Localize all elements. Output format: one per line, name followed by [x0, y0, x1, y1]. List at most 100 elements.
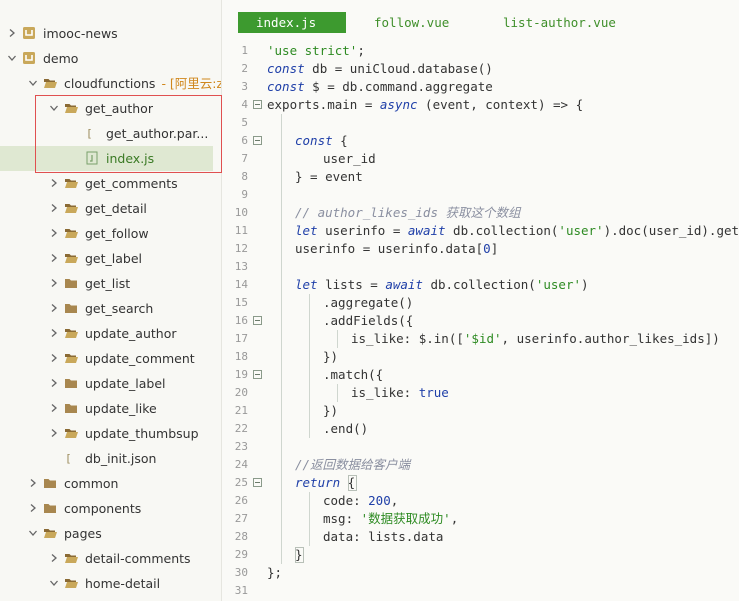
tab-list-author-vue[interactable]: list-author.vue [503, 12, 616, 33]
code-line[interactable]: 31 [222, 582, 739, 600]
code-line[interactable]: 9 [222, 186, 739, 204]
tree-item[interactable]: update_label [0, 371, 221, 396]
code-token: .addFields({ [323, 313, 414, 328]
code-line[interactable]: 18}) [222, 348, 739, 366]
line-number: 15 [234, 296, 248, 309]
chevron-right-icon[interactable] [48, 271, 60, 296]
tree-item[interactable]: get_follow [0, 221, 221, 246]
code-editor: index.js follow.vue list-author.vue 1 'us… [222, 0, 739, 601]
tree-item[interactable]: get_list [0, 271, 221, 296]
folder-open-icon [64, 171, 80, 196]
brace-match-highlight [295, 547, 304, 563]
chevron-right-icon[interactable] [6, 21, 18, 46]
tree-item[interactable]: get_author [0, 96, 221, 121]
tree-item[interactable]: pages [0, 521, 221, 546]
code-line[interactable]: 4 exports.main = async (event, context) =… [222, 96, 739, 114]
code-line[interactable]: 3 const $ = db.command.aggregate [222, 78, 739, 96]
line-number: 14 [234, 278, 248, 291]
tree-item[interactable]: [ ] db_init.json [0, 446, 221, 471]
tree-item[interactable]: get_label [0, 246, 221, 271]
code-line[interactable]: 21}) [222, 402, 739, 420]
tree-item[interactable]: home-detail [0, 571, 221, 596]
chevron-right-icon[interactable] [27, 496, 39, 521]
chevron-right-icon[interactable] [48, 396, 60, 421]
tree-item[interactable]: update_like [0, 396, 221, 421]
chevron-right-icon[interactable] [48, 296, 60, 321]
code-line[interactable]: 8} = event [222, 168, 739, 186]
code-line[interactable]: 27 msg: '数据获取成功', [222, 510, 739, 528]
code-line[interactable]: 6 const { [222, 132, 739, 150]
chevron-down-icon[interactable] [6, 46, 18, 71]
tree-item[interactable]: update_thumbsup [0, 421, 221, 446]
tree-item[interactable]: demo [0, 46, 221, 71]
chevron-down-icon[interactable] [48, 96, 60, 121]
code-line[interactable]: 20 is_like: true [222, 384, 739, 402]
fold-toggle-icon[interactable] [253, 316, 262, 325]
code-token: ; [357, 43, 365, 58]
code-line[interactable]: 11 let userinfo = await db.collection('us… [222, 222, 739, 240]
folder-icon [64, 271, 80, 296]
code-line[interactable]: 17 is_like: $.in(['$id', userinfo.author_… [222, 330, 739, 348]
code-line[interactable]: 12 userinfo = userinfo.data[0] [222, 240, 739, 258]
code-line[interactable]: 22 .end() [222, 420, 739, 438]
code-line[interactable]: 23 [222, 438, 739, 456]
code-line[interactable]: 15 .aggregate() [222, 294, 739, 312]
chevron-right-icon[interactable] [48, 221, 60, 246]
tree-item[interactable]: components [0, 496, 221, 521]
chevron-down-icon[interactable] [48, 571, 60, 596]
tree-item[interactable]: get_search [0, 296, 221, 321]
fold-toggle-icon[interactable] [253, 478, 262, 487]
code-text: //返回数据给客户端 [295, 456, 410, 474]
tree-item[interactable]: update_comment [0, 346, 221, 371]
chevron-right-icon[interactable] [48, 346, 60, 371]
fold-toggle-icon[interactable] [253, 370, 262, 379]
fold-toggle-icon[interactable] [253, 100, 262, 109]
fold-toggle-icon[interactable] [253, 136, 262, 145]
chevron-down-icon[interactable] [27, 71, 39, 96]
tree-item-label: home-detail [85, 576, 161, 591]
code-line[interactable]: 19 .match({ [222, 366, 739, 384]
code-line[interactable]: 5 [222, 114, 739, 132]
code-token: db.collection( [422, 277, 536, 292]
code-line[interactable]: 24 //返回数据给客户端 [222, 456, 739, 474]
tree-item[interactable]: cloudfunctions - [阿里云:zl [0, 71, 221, 96]
tree-item[interactable]: common [0, 471, 221, 496]
code-line[interactable]: 30}; [222, 564, 739, 582]
tab-follow-vue[interactable]: follow.vue [374, 12, 449, 33]
chevron-right-icon[interactable] [48, 421, 60, 446]
code-line[interactable]: 2 const db = uniCloud.database() [222, 60, 739, 78]
chevron-right-icon[interactable] [48, 246, 60, 271]
code-line[interactable]: 28 data: lists.data [222, 528, 739, 546]
folder-open-icon [64, 96, 80, 121]
code-token: //返回数据给客户端 [295, 457, 411, 472]
code-line[interactable]: 16 .addFields({ [222, 312, 739, 330]
code-line[interactable]: 14 let lists = await db.collection('user'… [222, 276, 739, 294]
chevron-right-icon[interactable] [48, 196, 60, 221]
line-number: 4 [241, 98, 248, 111]
code-line[interactable]: 26 code: 200, [222, 492, 739, 510]
chevron-right-icon[interactable] [48, 321, 60, 346]
tree-item[interactable]: get_detail [0, 196, 221, 221]
code-line[interactable]: 25 return { [222, 474, 739, 492]
code-line[interactable]: 1 'use strict'; [222, 42, 739, 60]
code-line[interactable]: 13 [222, 258, 739, 276]
tree-item-label: update_comment [85, 351, 195, 366]
tree-item[interactable]: get_comments [0, 171, 221, 196]
chevron-right-icon[interactable] [27, 471, 39, 496]
tab-index-js[interactable]: index.js [238, 12, 346, 33]
code-text: const { [295, 132, 348, 150]
chevron-right-icon[interactable] [48, 371, 60, 396]
tree-item[interactable]: update_author [0, 321, 221, 346]
chevron-right-icon[interactable] [48, 171, 60, 196]
tree-item[interactable]: detail-comments [0, 546, 221, 571]
tree-item[interactable]: [ ] get_author.par... [0, 121, 221, 146]
chevron-down-icon[interactable] [27, 521, 39, 546]
chevron-right-icon[interactable] [48, 546, 60, 571]
tree-item[interactable]: index.js [0, 146, 213, 171]
code-line[interactable]: 7 user_id [222, 150, 739, 168]
code-token: '$id' [463, 331, 502, 346]
tree-item[interactable]: imooc-news [0, 21, 221, 46]
code-token: true [418, 385, 449, 400]
code-line[interactable]: 10 // author_likes_ids 获取这个数组 [222, 204, 739, 222]
code-token: .end() [323, 421, 369, 436]
